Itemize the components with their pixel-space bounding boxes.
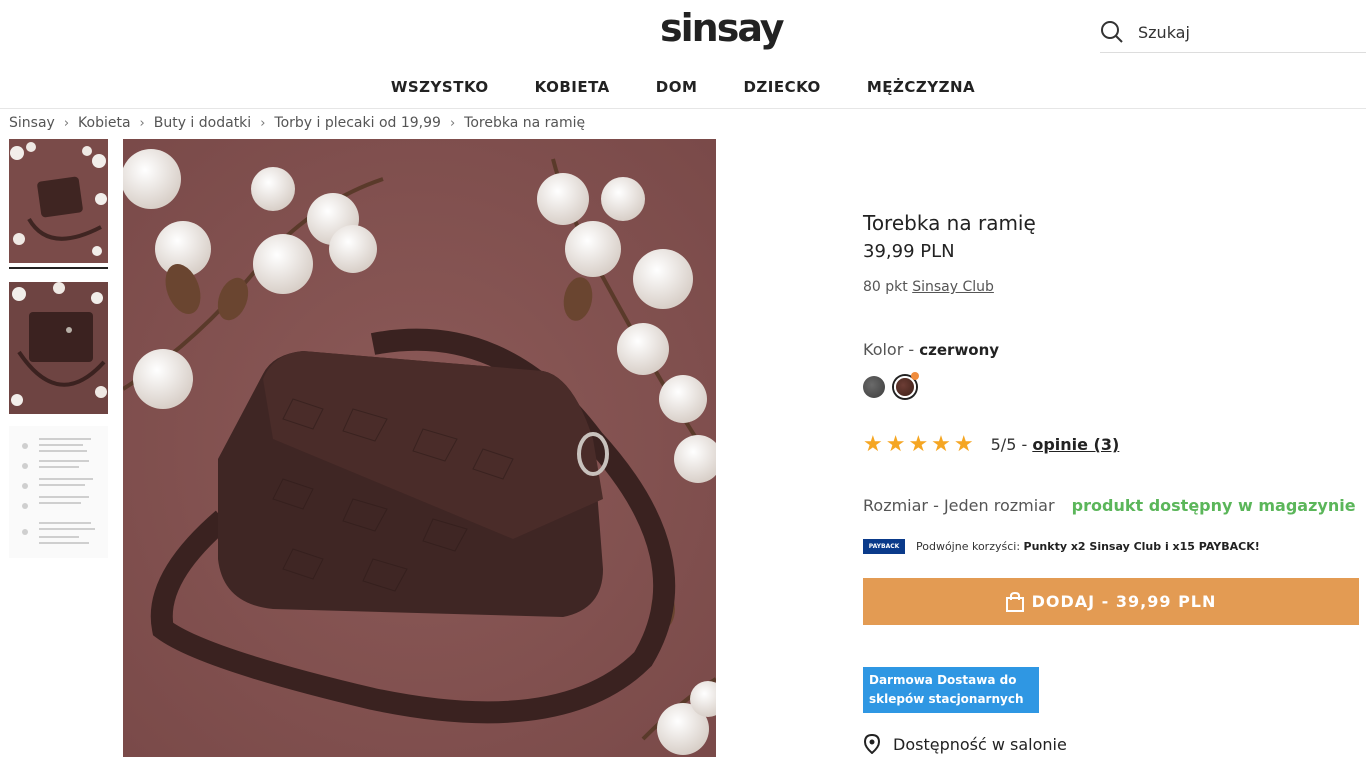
nav-item-man[interactable]: MĘŻCZYZNA: [844, 78, 998, 96]
product-thumbnail-2[interactable]: [9, 282, 108, 414]
reviews-link[interactable]: opinie (3): [1032, 435, 1119, 454]
store-availability[interactable]: Dostępność w salonie: [863, 734, 1067, 754]
store-availability-label: Dostępność w salonie: [893, 734, 1067, 754]
color-label: Kolor - czerwony: [863, 340, 999, 359]
chevron-right-icon: ›: [139, 115, 145, 131]
chevron-right-icon: ›: [63, 115, 70, 131]
chevron-right-icon: ›: [260, 115, 266, 131]
rating: ★★★★★ 5/5 - opinie (3): [863, 432, 1119, 457]
breadcrumb: Sinsay › Kobieta › Buty i dodatki › Torb…: [9, 115, 585, 131]
breadcrumb-current: Torebka na ramię: [464, 115, 586, 131]
sinsay-logo[interactable]: sinsay: [660, 6, 785, 50]
search-input[interactable]: [1138, 22, 1338, 42]
payback-logo: PAYBACK: [863, 539, 905, 554]
search-bar[interactable]: [1100, 12, 1366, 53]
payback-promo: PAYBACK Podwójne korzyści: Punkty x2 Sin…: [863, 539, 1260, 554]
chevron-right-icon: ›: [449, 115, 456, 131]
search-icon[interactable]: [1100, 20, 1124, 44]
star-rating-icon: ★★★★★: [863, 432, 977, 457]
nav-divider: [0, 108, 1366, 109]
rating-value: 5/5 -: [990, 435, 1033, 454]
size-row: Rozmiar - Jeden rozmiar produkt dostępny…: [863, 496, 1356, 515]
availability-status: produkt dostępny w magazynie: [1071, 496, 1356, 515]
selected-indicator-dot: [911, 372, 919, 380]
size-label: Rozmiar - Jeden rozmiar: [863, 496, 1055, 515]
nav-item-woman[interactable]: KOBIETA: [512, 78, 633, 96]
points-text: 80 pkt: [863, 279, 908, 295]
payback-prefix: Podwójne korzyści:: [916, 540, 1021, 553]
nav-item-home[interactable]: DOM: [633, 78, 721, 96]
add-to-cart-button[interactable]: DODAJ - 39,99 PLN: [863, 578, 1359, 625]
product-title: Torebka na ramię: [863, 211, 1036, 235]
add-to-cart-label: DODAJ - 39,99 PLN: [1031, 592, 1217, 611]
location-pin-icon: [863, 734, 881, 754]
nav-item-kids[interactable]: DZIECKO: [720, 78, 843, 96]
shopping-bag-icon: [1005, 591, 1024, 612]
active-thumbnail-indicator: [9, 267, 108, 269]
breadcrumb-item[interactable]: Sinsay: [9, 115, 55, 131]
color-swatch-grey[interactable]: [863, 376, 885, 398]
color-value: czerwony: [919, 341, 1000, 359]
payback-text: Punkty x2 Sinsay Club i x15 PAYBACK!: [1023, 540, 1260, 553]
breadcrumb-item[interactable]: Kobieta: [78, 115, 131, 131]
main-nav: WSZYSTKO KOBIETA DOM DZIECKO MĘŻCZYZNA: [0, 78, 1366, 96]
product-main-image[interactable]: [123, 139, 716, 757]
loyalty-points: 80 pkt Sinsay Club: [863, 279, 994, 295]
breadcrumb-item[interactable]: Buty i dodatki: [154, 115, 251, 131]
breadcrumb-item[interactable]: Torby i plecaki od 19,99: [274, 115, 441, 131]
free-delivery-badge: Darmowa Dostawa do sklepów stacjonarnych: [863, 667, 1039, 713]
product-thumbnail-3[interactable]: [9, 426, 108, 558]
nav-item-all[interactable]: WSZYSTKO: [368, 78, 512, 96]
sinsay-club-link[interactable]: Sinsay Club: [912, 279, 994, 295]
color-label-text: Kolor -: [863, 340, 920, 359]
rating-text: 5/5 - opinie (3): [991, 435, 1120, 454]
product-thumbnail-1[interactable]: [9, 139, 108, 263]
product-price: 39,99 PLN: [863, 241, 955, 262]
